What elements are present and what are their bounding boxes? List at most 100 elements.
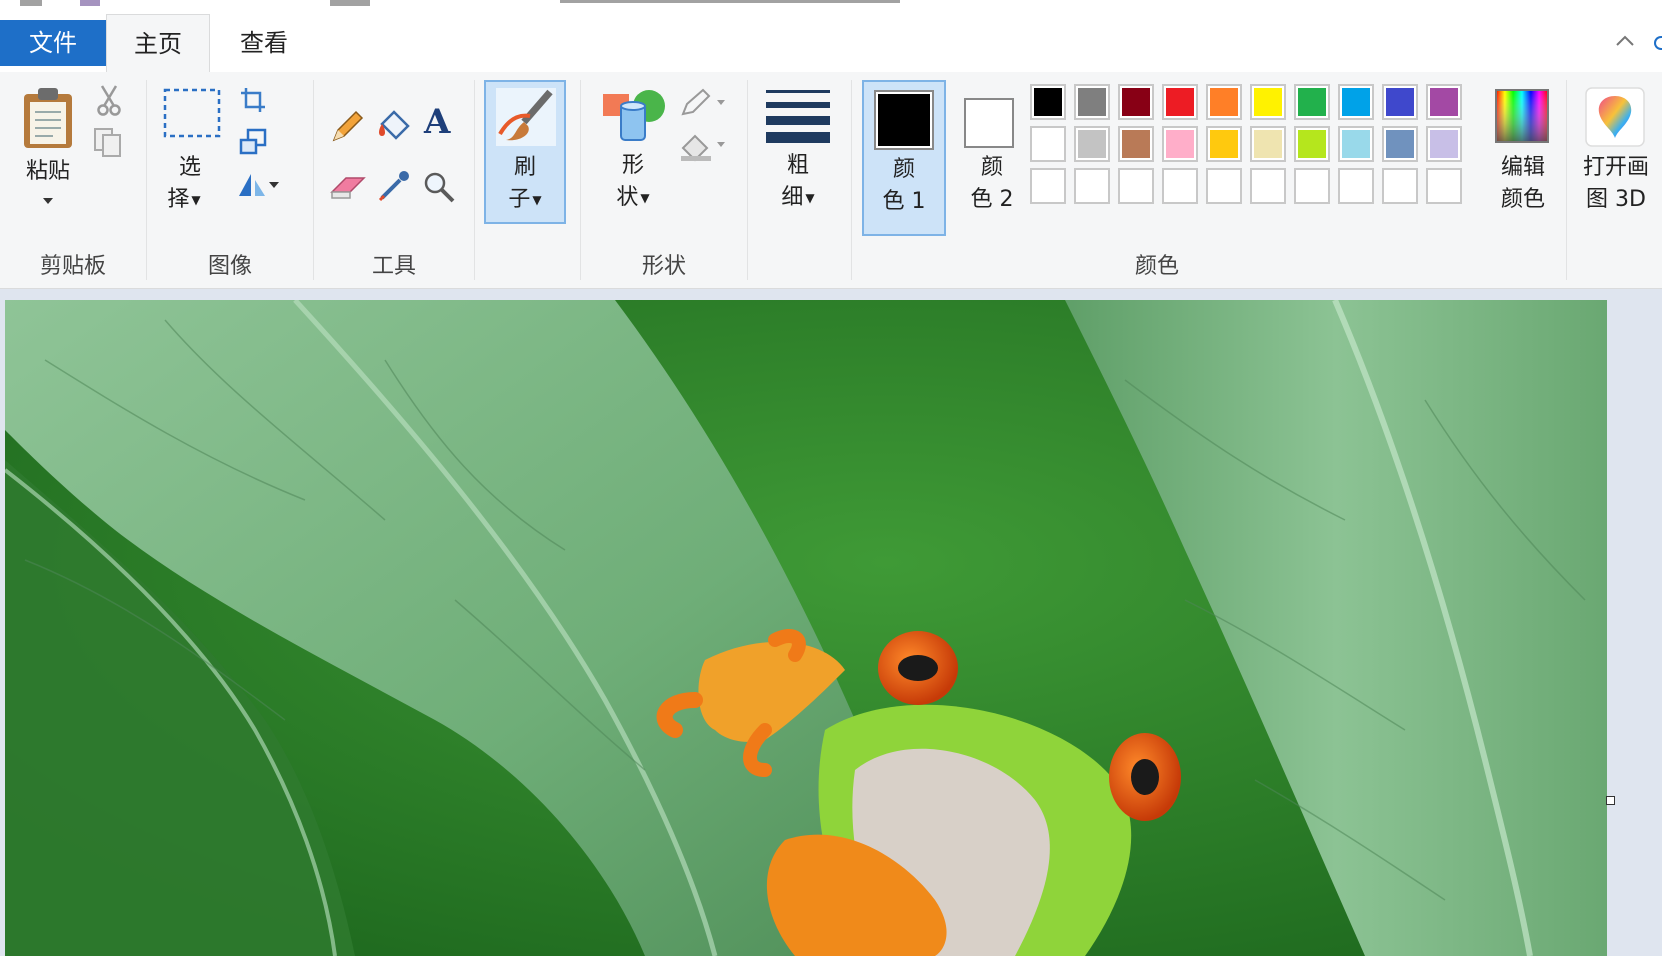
palette-swatch[interactable]	[1162, 84, 1198, 120]
colors-group-label: 颜色	[1134, 254, 1179, 279]
scissors-icon[interactable]	[96, 84, 122, 116]
palette-swatch[interactable]	[1250, 168, 1286, 204]
open-paint-3d-button[interactable]: 打开画 图 3D	[1570, 80, 1662, 230]
color1-label-2: 色 1	[882, 189, 926, 214]
title-bar-fragment	[20, 0, 42, 6]
tools-group-label: 工具	[371, 254, 416, 279]
palette-swatch-color	[1078, 88, 1106, 116]
color1-button[interactable]: 颜 色 1	[862, 80, 946, 236]
size-label-1: 粗	[786, 153, 809, 178]
copy-icon[interactable]	[92, 126, 124, 158]
palette-swatch-color	[1166, 88, 1194, 116]
clipboard-group: 粘贴 剪贴板	[0, 72, 146, 288]
palette-swatch[interactable]	[1118, 126, 1154, 162]
tab-view[interactable]: 查看	[214, 14, 314, 72]
color2-button[interactable]: 颜 色 2	[952, 80, 1032, 236]
palette-swatch[interactable]	[1338, 84, 1374, 120]
palette-swatch-color	[1122, 88, 1150, 116]
outline-icon[interactable]	[679, 88, 729, 118]
brushes-button[interactable]: 刷 子 ▼	[484, 80, 566, 224]
title-bar-fragment	[80, 0, 100, 6]
shapes-button[interactable]: 形 状 ▼	[593, 80, 673, 230]
palette-swatch-color	[1034, 172, 1062, 200]
ribbon: 粘贴 剪贴板 选 择 ▼ 图像 A 工具 刷 子 ▼ 形 状 ▼ 形状 粗 细 …	[0, 72, 1662, 289]
palette-swatch[interactable]	[1118, 168, 1154, 204]
palette-swatch-color	[1430, 172, 1458, 200]
shapes-group: 形 状 ▼ 形状	[581, 72, 747, 288]
palette-swatch[interactable]	[1426, 84, 1462, 120]
canvas-resize-handle[interactable]	[1606, 796, 1615, 805]
palette-swatch[interactable]	[1426, 126, 1462, 162]
palette-swatch-color	[1342, 88, 1370, 116]
tab-home[interactable]: 主页	[106, 14, 210, 73]
palette-swatch[interactable]	[1118, 84, 1154, 120]
brushes-label-1: 刷	[513, 155, 536, 180]
palette-swatch-color	[1298, 130, 1326, 158]
palette-swatch-color	[1034, 88, 1062, 116]
color1-swatch	[874, 90, 934, 150]
palette-swatch[interactable]	[1030, 168, 1066, 204]
drawing-canvas[interactable]	[5, 300, 1607, 956]
eyedropper-icon[interactable]	[376, 168, 412, 204]
color2-value	[968, 102, 1010, 144]
help-icon[interactable]	[1654, 36, 1662, 50]
palette-swatch[interactable]	[1294, 126, 1330, 162]
canvas-area[interactable]	[0, 289, 1662, 956]
palette-swatch[interactable]	[1338, 126, 1374, 162]
text-icon[interactable]: A	[424, 102, 458, 142]
image-group-label: 图像	[207, 254, 252, 279]
palette-swatch[interactable]	[1206, 84, 1242, 120]
select-button[interactable]: 选 择 ▼	[155, 82, 225, 232]
palette-swatch[interactable]	[1074, 84, 1110, 120]
pencil-icon[interactable]	[330, 110, 364, 144]
color1-label-1: 颜	[892, 157, 915, 182]
palette-swatch-color	[1386, 172, 1414, 200]
palette-swatch-color	[1078, 130, 1106, 158]
palette-swatch[interactable]	[1030, 84, 1066, 120]
palette-swatch[interactable]	[1294, 84, 1330, 120]
chevron-down-icon	[43, 198, 53, 204]
tab-file[interactable]: 文件	[0, 20, 106, 66]
dashed-rectangle-icon	[163, 88, 221, 138]
palette-swatch[interactable]	[1206, 126, 1242, 162]
palette-swatch[interactable]	[1074, 168, 1110, 204]
size-button[interactable]: 粗 细 ▼	[758, 80, 838, 230]
palette-swatch[interactable]	[1162, 126, 1198, 162]
eraser-icon[interactable]	[330, 172, 366, 202]
paint-bucket-icon[interactable]	[376, 106, 414, 144]
select-label-1: 选	[178, 155, 201, 180]
palette-swatch-color	[1386, 130, 1414, 158]
palette-swatch[interactable]	[1030, 126, 1066, 162]
crop-icon[interactable]	[239, 86, 267, 114]
edit-colors-label-2: 颜色	[1500, 187, 1545, 212]
palette-swatch[interactable]	[1382, 84, 1418, 120]
paste-button[interactable]: 粘贴	[12, 80, 84, 230]
palette-swatch[interactable]	[1426, 168, 1462, 204]
collapse-ribbon-icon[interactable]	[1614, 30, 1636, 52]
palette-swatch[interactable]	[1250, 84, 1286, 120]
paint-3d-label-2: 图 3D	[1586, 187, 1646, 212]
palette-swatch-color	[1166, 130, 1194, 158]
palette-swatch-color	[1342, 172, 1370, 200]
palette-swatch[interactable]	[1206, 168, 1242, 204]
edit-colors-button[interactable]: 编辑 颜色	[1482, 80, 1564, 230]
paste-label: 粘贴	[25, 159, 70, 184]
color2-label-2: 色 2	[970, 187, 1014, 212]
palette-swatch[interactable]	[1074, 126, 1110, 162]
palette-swatch[interactable]	[1382, 168, 1418, 204]
palette-swatch-color	[1386, 88, 1414, 116]
palette-swatch-color	[1210, 130, 1238, 158]
palette-swatch[interactable]	[1162, 168, 1198, 204]
resize-icon[interactable]	[239, 128, 267, 156]
size-label-2: 细 ▼	[781, 185, 815, 210]
shapes-group-label: 形状	[641, 254, 686, 279]
palette-swatch[interactable]	[1382, 126, 1418, 162]
magnifier-icon[interactable]	[422, 170, 456, 204]
palette-swatch-color	[1078, 172, 1106, 200]
rotate-icon[interactable]	[235, 170, 279, 200]
palette-swatch[interactable]	[1294, 168, 1330, 204]
palette-swatch[interactable]	[1250, 126, 1286, 162]
shape-fill-icon[interactable]	[679, 130, 729, 162]
color2-label-1: 颜	[980, 155, 1003, 180]
palette-swatch[interactable]	[1338, 168, 1374, 204]
